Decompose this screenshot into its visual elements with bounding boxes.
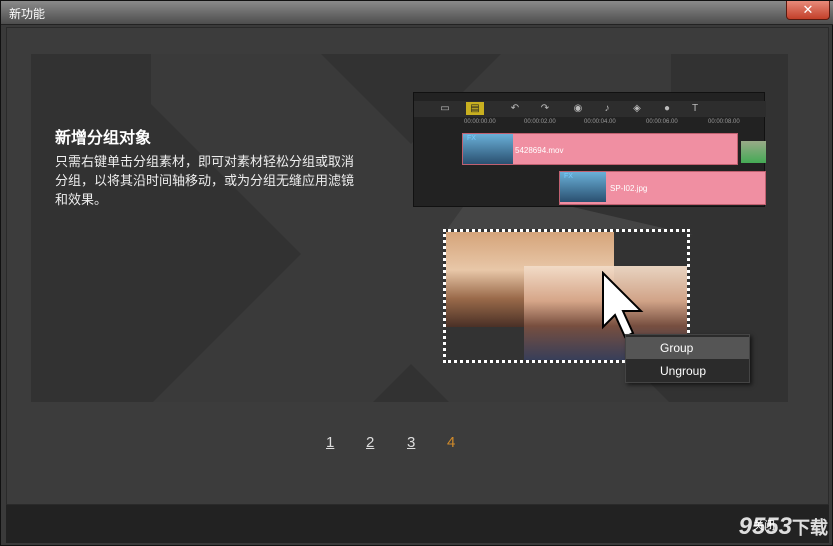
redo-icon: ↷ xyxy=(540,103,550,114)
ruler-tick: 00:00:02.00 xyxy=(524,119,556,125)
record-icon: ◉ xyxy=(573,103,583,114)
timeline-toolbar: ▭ ▤ ↶ ↷ ◉ ♪ ◈ ● T xyxy=(414,101,766,117)
ruler-tick: 00:00:04.00 xyxy=(584,119,616,125)
ruler-tick: 00:00:00.00 xyxy=(464,119,496,125)
fx-badge: FX xyxy=(564,173,573,180)
subtitle-icon: T xyxy=(691,103,699,114)
site-watermark-logo: 9553下载 xyxy=(738,513,828,540)
mixer-icon: ◈ xyxy=(633,103,641,114)
title-bar: 新功能 ✕ xyxy=(1,1,833,25)
audio-icon: ♪ xyxy=(604,103,610,114)
clip-name: SP-I02.jpg xyxy=(610,184,648,193)
auto-music-icon: ● xyxy=(663,103,671,114)
image-clip: FX SP-I02.jpg xyxy=(559,171,766,205)
page-link-2[interactable]: 2 xyxy=(366,434,374,451)
window-title: 新功能 xyxy=(9,7,46,21)
ruler-tick: 00:00:06.00 xyxy=(646,119,678,125)
next-clip-thumbnail xyxy=(741,141,766,163)
dialog-window: 新功能 ✕ 新增分组对象 只需右键单击分组素材，即可对素材轻松分组或取消分组，以… xyxy=(0,0,833,546)
dialog-footer: 关闭 xyxy=(6,505,829,543)
video-clip: FX 5428694.mov xyxy=(462,133,738,165)
timeline-ruler: 00:00:00.00 00:00:02.00 00:00:04.00 00:0… xyxy=(462,119,766,129)
fx-badge: FX xyxy=(467,135,476,142)
clip-name: 5428694.mov xyxy=(515,146,564,155)
menu-item-ungroup[interactable]: Ungroup xyxy=(626,360,749,382)
feature-heading: 新增分组对象 xyxy=(55,130,152,147)
feature-description: 只需右键单击分组素材，即可对素材轻松分组或取消分组，以将其沿时间轴移动，或为分组… xyxy=(55,154,355,207)
context-menu: Group Ungroup xyxy=(625,334,750,383)
close-icon[interactable]: ✕ xyxy=(786,1,830,20)
feature-panel: 新增分组对象 只需右键单击分组素材，即可对素材轻松分组或取消分组，以将其沿时间轴… xyxy=(31,54,788,402)
timeline-illustration: ▭ ▤ ↶ ↷ ◉ ♪ ◈ ● T 00:00:00.00 00:00:02.0… xyxy=(413,92,766,207)
page-link-1[interactable]: 1 xyxy=(326,434,334,451)
dialog-body: 新增分组对象 只需右键单击分组素材，即可对素材轻松分组或取消分组，以将其沿时间轴… xyxy=(6,27,829,505)
page-link-3[interactable]: 3 xyxy=(407,434,415,451)
menu-item-group[interactable]: Group xyxy=(626,337,749,359)
storyboard-icon: ▭ xyxy=(440,103,450,114)
undo-icon: ↶ xyxy=(510,103,520,114)
page-link-4[interactable]: 4 xyxy=(447,434,455,451)
cursor-icon xyxy=(602,271,644,339)
ruler-tick: 00:00:08.00 xyxy=(708,119,740,125)
timeline-icon: ▤ xyxy=(466,102,484,115)
